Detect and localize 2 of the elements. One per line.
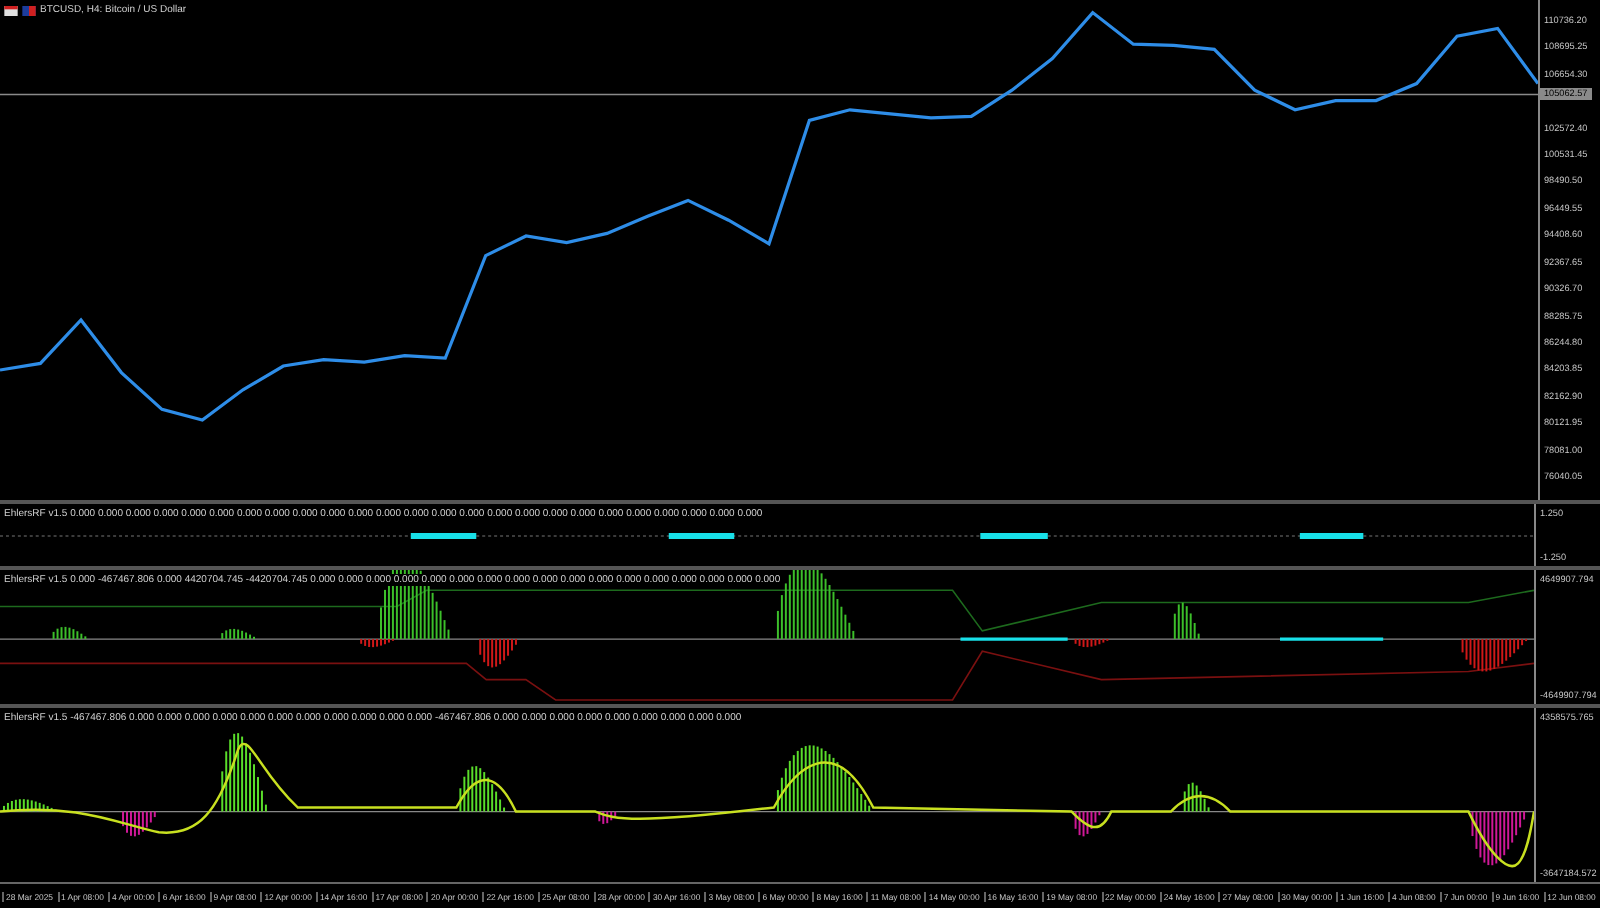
flag-icon [4, 5, 18, 15]
flag-icon [22, 5, 36, 15]
